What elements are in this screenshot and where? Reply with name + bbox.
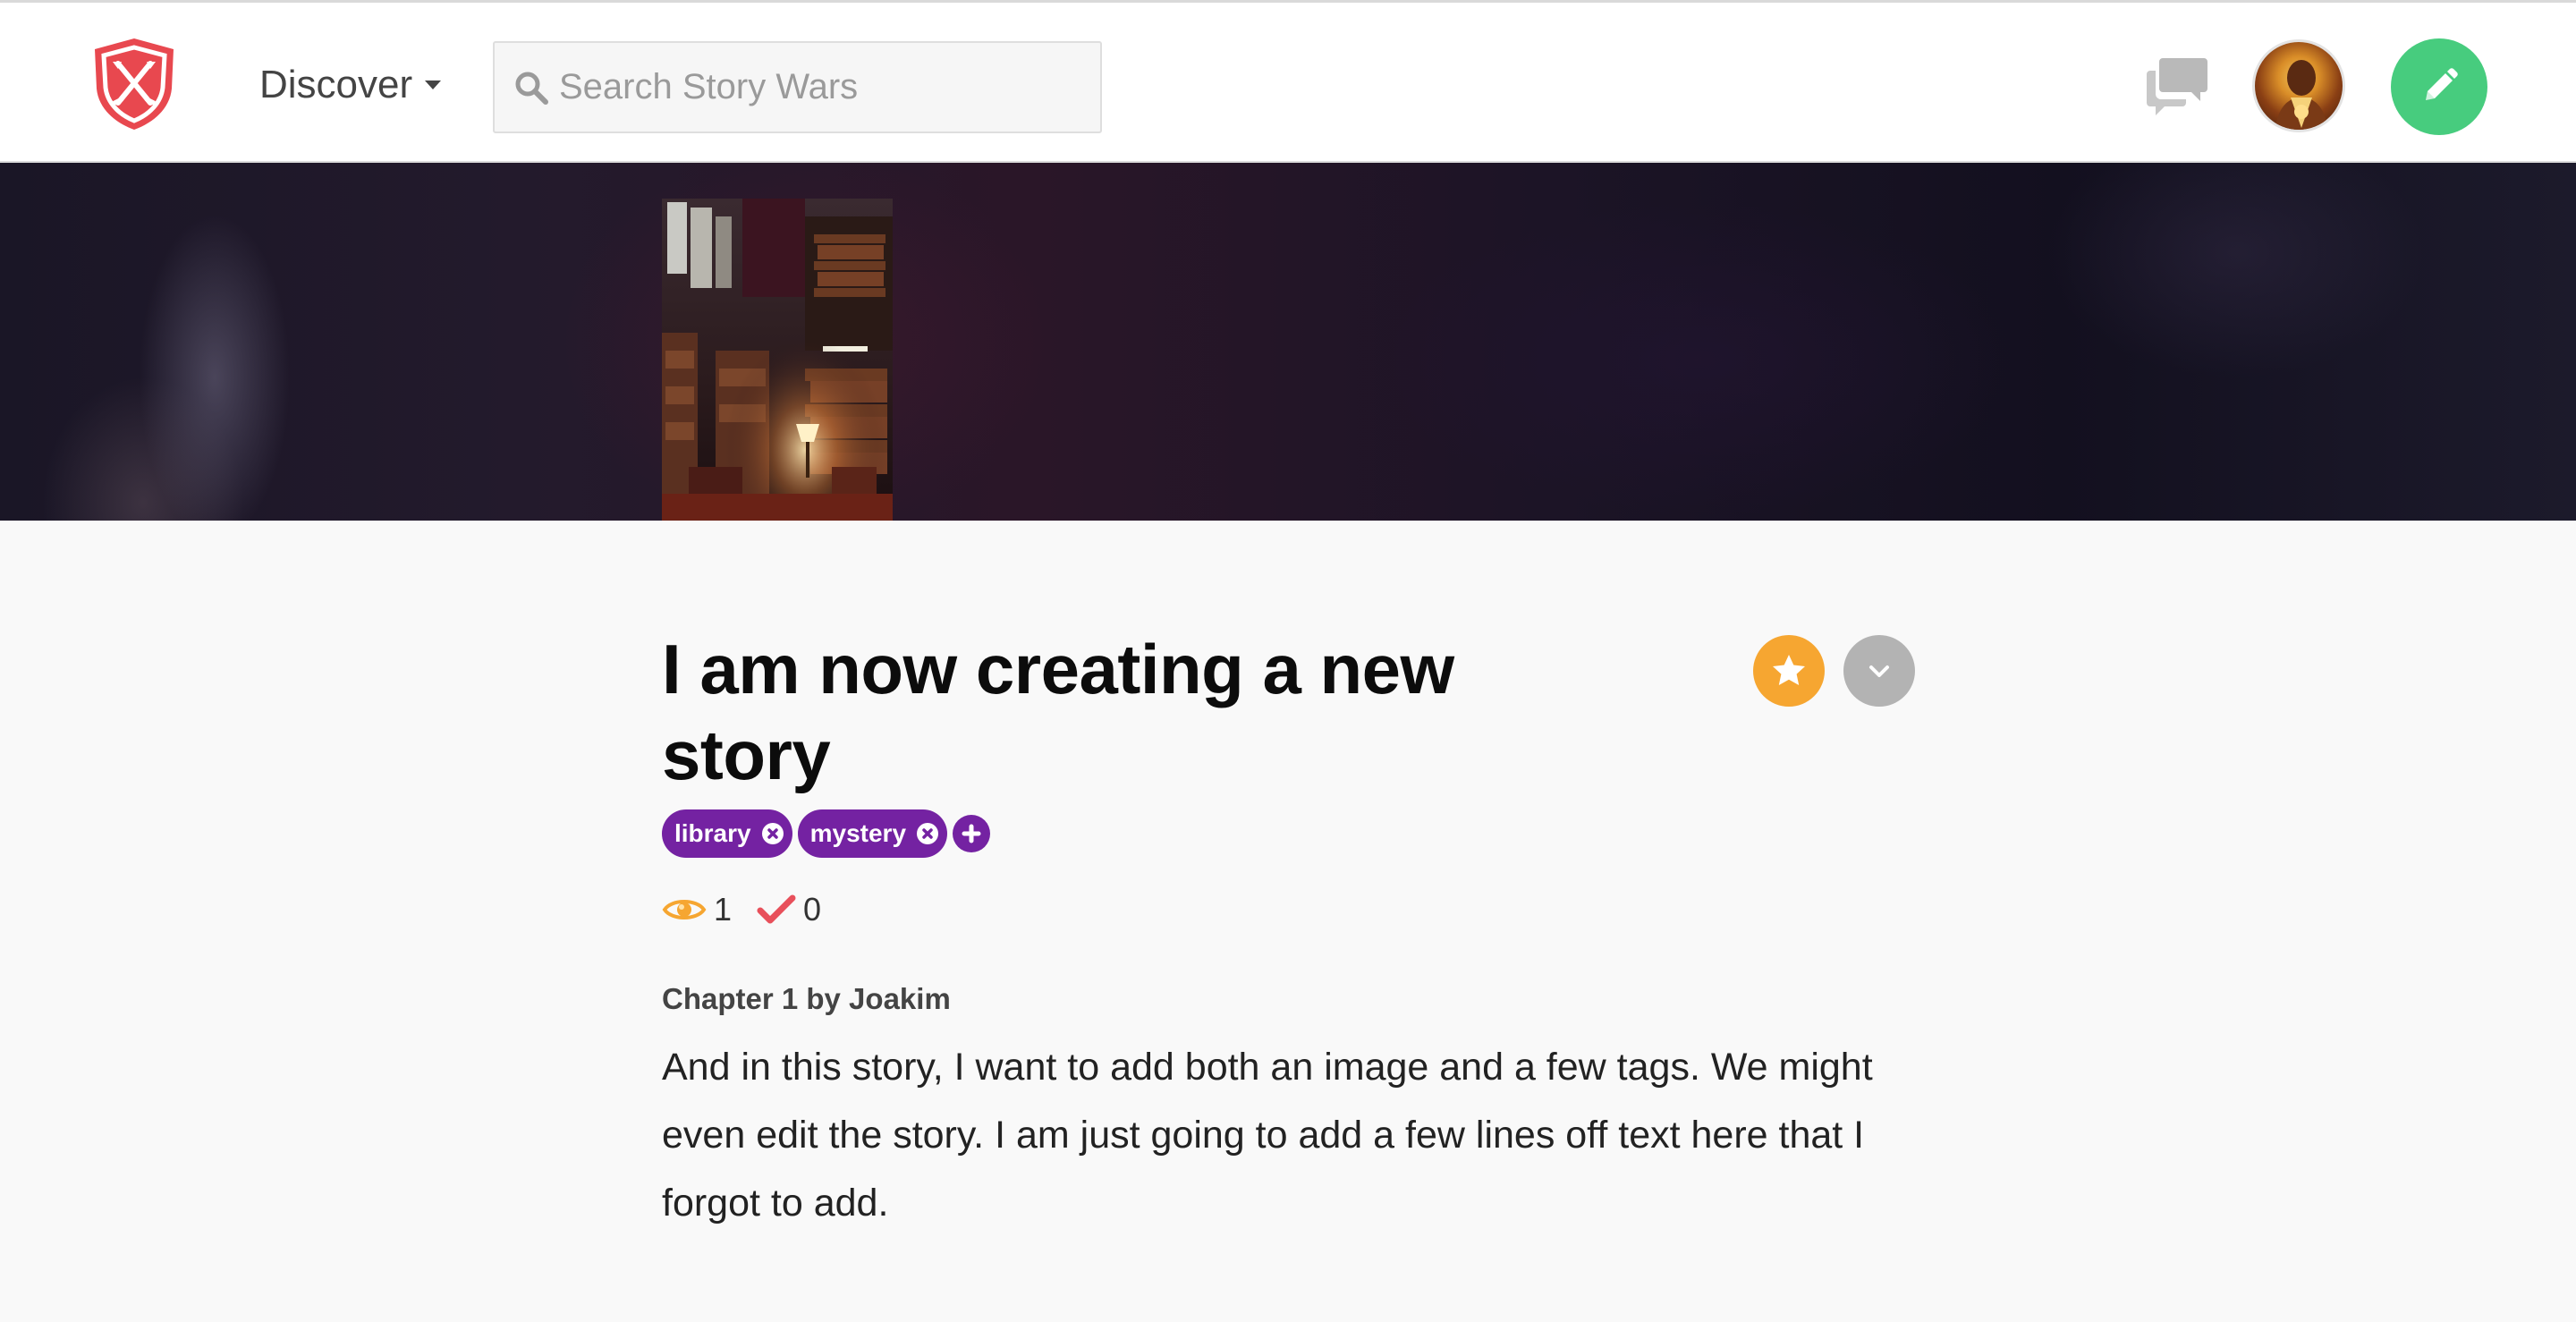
discover-label: Discover bbox=[259, 63, 413, 106]
tag-library[interactable]: library bbox=[662, 809, 792, 858]
tag-label: mystery bbox=[809, 819, 907, 847]
plus-icon bbox=[962, 824, 981, 843]
story-title: I am now creating a new story bbox=[662, 630, 1454, 794]
chapter-text: And in this story, I want to add both an… bbox=[662, 1046, 1873, 1225]
more-options-button[interactable] bbox=[1843, 635, 1915, 707]
votes-stat: 0 bbox=[757, 891, 821, 928]
discover-menu[interactable]: Discover bbox=[259, 58, 442, 112]
search-icon bbox=[515, 72, 548, 105]
tag-label: library bbox=[674, 819, 751, 847]
remove-tag-button[interactable] bbox=[761, 823, 784, 844]
views-stat: 1 bbox=[662, 891, 732, 928]
story-banner bbox=[0, 163, 2576, 521]
chapter-header: Chapter 1 by Joakim bbox=[662, 982, 951, 1015]
tag-list: library mystery bbox=[662, 809, 991, 858]
close-icon bbox=[767, 828, 778, 839]
eye-icon bbox=[662, 900, 707, 919]
logo-shield-icon[interactable] bbox=[89, 37, 179, 131]
avatar-image bbox=[2275, 60, 2328, 130]
story-stats: 1 0 bbox=[662, 891, 846, 928]
caret-down-icon bbox=[425, 81, 442, 89]
search-box[interactable] bbox=[493, 41, 1102, 133]
close-icon bbox=[922, 828, 933, 839]
tag-mystery[interactable]: mystery bbox=[797, 809, 948, 858]
remove-tag-button[interactable] bbox=[917, 823, 939, 844]
pencil-icon bbox=[2426, 68, 2458, 100]
top-navigation: Discover bbox=[0, 0, 2576, 163]
search-input[interactable] bbox=[559, 51, 1078, 123]
chat-bubbles-icon[interactable] bbox=[2145, 55, 2209, 117]
add-tag-button[interactable] bbox=[953, 815, 991, 852]
checkmark-icon bbox=[757, 894, 796, 924]
favorite-button[interactable] bbox=[1753, 635, 1825, 707]
votes-count: 0 bbox=[803, 891, 822, 928]
story-cover-image bbox=[662, 199, 893, 521]
views-count: 1 bbox=[714, 891, 733, 928]
compose-button[interactable] bbox=[2391, 38, 2487, 135]
user-avatar[interactable] bbox=[2252, 39, 2345, 132]
chevron-down-icon bbox=[1869, 665, 1889, 677]
star-icon bbox=[1773, 655, 1805, 685]
